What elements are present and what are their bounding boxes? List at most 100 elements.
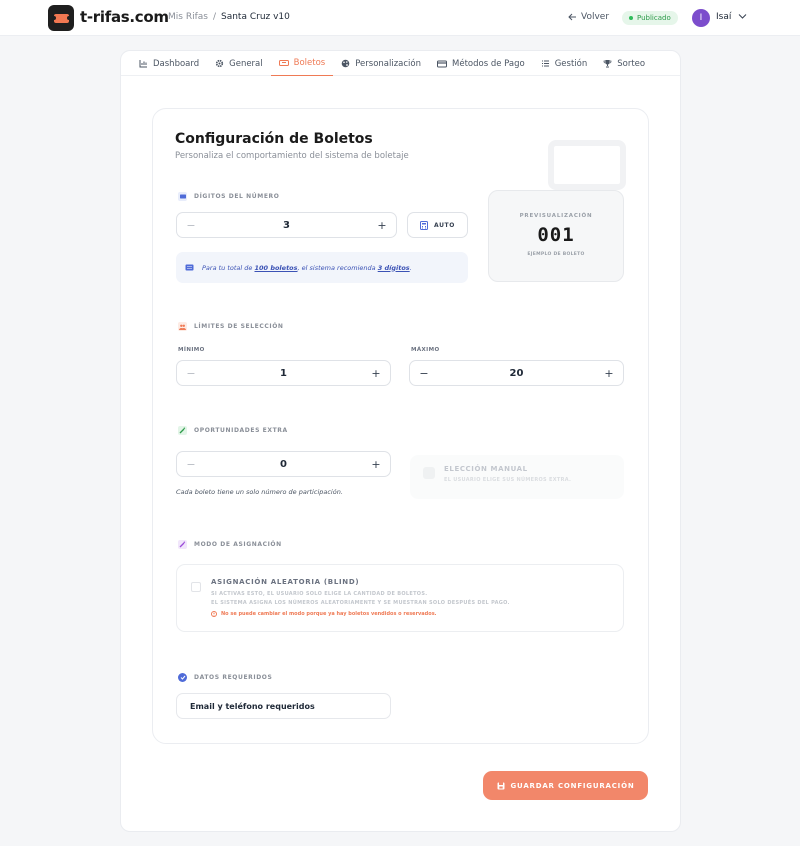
min-stepper[interactable]: − 1 + — [176, 360, 391, 386]
tab-label: Gestión — [554, 58, 588, 69]
page-title: Configuración de Boletos — [175, 131, 373, 147]
page-subtitle: Personaliza el comportamiento del sistem… — [175, 151, 409, 161]
tab-label: Dashboard — [153, 58, 200, 69]
blind-assignment-checkbox — [191, 582, 201, 592]
max-value[interactable]: 20 — [510, 368, 524, 379]
status-label: Publicado — [637, 14, 671, 22]
manual-choice-option: ELECCIÓN MANUAL EL USUARIO ELIGE SUS NÚM… — [410, 455, 624, 499]
manual-choice-title: ELECCIÓN MANUAL — [444, 465, 528, 473]
list-icon — [541, 60, 549, 67]
increment-button[interactable]: + — [603, 368, 615, 379]
username[interactable]: Isaí — [716, 12, 731, 22]
info-digits: 3 dígitos — [377, 263, 410, 272]
manual-choice-subtitle: EL USUARIO ELIGE SUS NÚMEROS EXTRA. — [444, 477, 572, 483]
max-label: MÁXIMO — [411, 347, 440, 353]
save-icon — [497, 782, 504, 789]
save-button[interactable]: GUARDAR CONFIGURACIÓN — [483, 771, 648, 800]
status-dot — [629, 16, 633, 20]
ticket-icon — [51, 13, 71, 23]
breadcrumb-link[interactable]: Mis Rifas — [168, 12, 208, 22]
tab-dashboard[interactable]: Dashboard — [131, 51, 207, 76]
decrement-button[interactable]: − — [418, 368, 430, 379]
required-data-select[interactable]: Email y teléfono requeridos — [176, 693, 391, 719]
assignment-section-label: Modo de asignación — [178, 540, 282, 549]
tab-label: General — [229, 58, 263, 69]
magic-wand-icon — [178, 426, 187, 435]
breadcrumb: Mis Rifas / Santa Cruz v10 — [168, 12, 290, 22]
info-total: 100 boletos — [254, 263, 298, 272]
save-label: GUARDAR CONFIGURACIÓN — [510, 781, 635, 790]
min-value[interactable]: 1 — [280, 368, 287, 379]
status-badge: Publicado — [622, 11, 678, 25]
ticket-icon — [278, 60, 289, 66]
digits-value[interactable]: 3 — [283, 220, 290, 231]
warning-icon — [211, 611, 217, 617]
extra-value[interactable]: 0 — [280, 459, 287, 470]
tab-metodos-pago[interactable]: Métodos de Pago — [429, 51, 533, 76]
tab-sorteo[interactable]: Sorteo — [595, 51, 653, 76]
section-title: Oportunidades extra — [194, 427, 288, 434]
tab-label: Métodos de Pago — [452, 58, 525, 69]
info-suffix: . — [409, 263, 412, 272]
tab-boletos[interactable]: Boletos — [270, 51, 334, 76]
preview-number: 001 — [537, 224, 575, 246]
keyboard-icon — [185, 264, 194, 271]
palette-icon — [341, 59, 350, 68]
extra-note: Cada boleto tiene un solo número de part… — [176, 488, 343, 496]
tab-personalizacion[interactable]: Personalización — [333, 51, 429, 76]
logo[interactable] — [48, 5, 74, 31]
chart-icon — [139, 60, 147, 68]
card-icon — [437, 60, 448, 67]
section-title: Límites de selección — [194, 323, 284, 330]
info-prefix: Para tu total de — [202, 263, 255, 272]
limits-section-label: Límites de selección — [178, 322, 284, 331]
recommendation-note: Para tu total de 100 boletos, el sistema… — [176, 252, 468, 283]
gear-icon — [216, 59, 224, 68]
top-bar: t-rifas.com Mis Rifas / Santa Cruz v10 V… — [0, 0, 800, 36]
avatar[interactable]: I — [692, 9, 710, 27]
section-title: Dígitos del número — [194, 193, 280, 200]
blind-assignment-option: ASIGNACIÓN ALEATORIA (BLIND) SI ACTIVAS … — [176, 564, 624, 632]
section-title: Modo de asignación — [194, 541, 282, 548]
ticket-watermark-icon — [548, 140, 626, 190]
auto-button[interactable]: AUTO — [407, 212, 468, 238]
blind-assignment-desc-2: EL SISTEMA ASIGNA LOS NÚMEROS ALEATORIAM… — [211, 600, 510, 606]
tab-label: Boletos — [293, 58, 326, 68]
hash-icon — [178, 192, 187, 201]
preview-label: PREVISUALIZACIÓN — [519, 213, 593, 219]
decrement-button[interactable]: − — [185, 368, 197, 379]
users-icon — [178, 322, 187, 331]
calculator-icon — [420, 220, 429, 230]
increment-button[interactable]: + — [376, 220, 388, 231]
ticket-preview: PREVISUALIZACIÓN 001 EJEMPLO DE BOLETO — [488, 190, 624, 282]
brand-name[interactable]: t-rifas.com — [80, 8, 169, 26]
max-stepper[interactable]: − 20 + — [409, 360, 624, 386]
warning-text: No se puede cambiar el modo porque ya ha… — [221, 611, 437, 617]
digits-stepper[interactable]: − 3 + — [176, 212, 397, 238]
decrement-button[interactable]: − — [185, 459, 197, 470]
preview-caption: EJEMPLO DE BOLETO — [527, 252, 585, 257]
tab-label: Sorteo — [617, 58, 646, 69]
extra-section-label: Oportunidades extra — [178, 426, 288, 435]
chevron-down-icon[interactable] — [738, 12, 747, 20]
tab-bar: Dashboard General Boletos Personalizació… — [121, 51, 680, 76]
blind-assignment-warning: No se puede cambiar el modo porque ya ha… — [211, 611, 437, 617]
breadcrumb-separator: / — [212, 12, 216, 22]
back-button[interactable]: Volver — [568, 12, 609, 22]
blind-assignment-desc-1: SI ACTIVAS ESTO, EL USUARIO SOLO ELIGE L… — [211, 591, 428, 597]
tab-label: Personalización — [355, 58, 422, 69]
increment-button[interactable]: + — [370, 368, 382, 379]
shuffle-icon — [178, 540, 187, 549]
recommendation-text: Para tu total de 100 boletos, el sistema… — [202, 264, 412, 272]
manual-choice-checkbox — [423, 467, 435, 479]
arrow-left-icon — [568, 13, 576, 21]
breadcrumb-current: Santa Cruz v10 — [221, 12, 290, 22]
tab-gestion[interactable]: Gestión — [533, 51, 596, 76]
decrement-button[interactable]: − — [185, 220, 197, 231]
auto-label: AUTO — [434, 221, 455, 229]
tab-general[interactable]: General — [207, 51, 271, 76]
increment-button[interactable]: + — [370, 459, 382, 470]
extra-stepper[interactable]: − 0 + — [176, 451, 391, 477]
digits-section-label: Dígitos del número — [178, 192, 279, 201]
required-section-label: Datos requeridos — [178, 673, 272, 682]
